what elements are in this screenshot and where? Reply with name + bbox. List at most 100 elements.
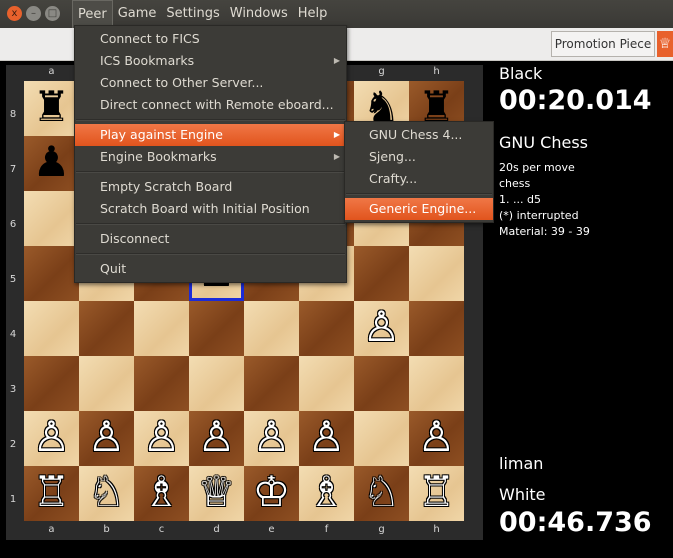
menu-item-sjeng[interactable]: Sjeng... (345, 146, 493, 168)
square-d2[interactable]: ♙ (189, 411, 244, 466)
chess-piece[interactable]: ♙ (79, 411, 134, 466)
menu-windows[interactable]: Windows (225, 0, 293, 28)
square-h5[interactable] (409, 246, 464, 301)
chess-piece[interactable]: ♙ (134, 411, 189, 466)
square-e2[interactable]: ♙ (244, 411, 299, 466)
square-a7[interactable]: ♟ (24, 136, 79, 191)
menu-item-label: Play against Engine (100, 127, 223, 142)
menu-item-label: Empty Scratch Board (100, 179, 233, 194)
info-panel: Black 00:20.014 GNU Chess 20s per move c… (490, 61, 673, 558)
menu-item-label: ICS Bookmarks (100, 53, 195, 68)
promotion-piece-label[interactable]: Promotion Piece (551, 31, 655, 57)
menu-separator (76, 223, 345, 225)
square-a4[interactable] (24, 301, 79, 356)
chess-piece[interactable]: ♜ (24, 81, 79, 136)
menu-item-engine-bookmarks[interactable]: Engine Bookmarks ▶ (75, 146, 346, 168)
square-h3[interactable] (409, 356, 464, 411)
square-a8[interactable]: ♜ (24, 81, 79, 136)
menu-item-connect-other-server[interactable]: Connect to Other Server... (75, 72, 346, 94)
menu-separator (76, 171, 345, 173)
menu-separator (76, 119, 345, 121)
menu-item-quit[interactable]: Quit (75, 258, 346, 280)
chess-piece[interactable]: ♟ (24, 136, 79, 191)
menu-item-empty-scratch-board[interactable]: Empty Scratch Board (75, 176, 346, 198)
square-b2[interactable]: ♙ (79, 411, 134, 466)
menu-item-label: Connect to FICS (100, 31, 200, 46)
square-d1[interactable]: ♕ (189, 466, 244, 521)
menu-item-label: Generic Engine... (369, 201, 477, 216)
white-player-name: liman (499, 454, 544, 473)
chess-piece[interactable]: ♙ (409, 411, 464, 466)
chess-piece[interactable]: ♘ (79, 466, 134, 521)
square-f2[interactable]: ♙ (299, 411, 354, 466)
square-c4[interactable] (134, 301, 189, 356)
file-label: f (324, 524, 329, 535)
chess-piece[interactable]: ♗ (134, 466, 189, 521)
white-clock: 00:46.736 (499, 507, 652, 538)
rank-label: 1 (9, 494, 17, 505)
square-e1[interactable]: ♔ (244, 466, 299, 521)
file-label: a (48, 66, 55, 77)
square-g4[interactable]: ♙ (354, 301, 409, 356)
submenu-arrow-icon: ▶ (333, 152, 340, 161)
minimize-window-button[interactable]: – (26, 6, 41, 21)
square-g3[interactable] (354, 356, 409, 411)
square-b4[interactable] (79, 301, 134, 356)
square-c1[interactable]: ♗ (134, 466, 189, 521)
menu-peer[interactable]: Peer (72, 0, 113, 28)
menu-game[interactable]: Game (113, 0, 162, 28)
menu-help[interactable]: Help (293, 0, 333, 28)
chess-piece[interactable]: ♙ (354, 301, 409, 356)
chess-piece[interactable]: ♙ (189, 411, 244, 466)
square-d4[interactable] (189, 301, 244, 356)
menu-item-scratch-board-initial[interactable]: Scratch Board with Initial Position (75, 198, 346, 220)
menu-item-label: GNU Chess 4... (369, 127, 463, 142)
menu-item-crafty[interactable]: Crafty... (345, 168, 493, 190)
square-c2[interactable]: ♙ (134, 411, 189, 466)
chess-piece[interactable]: ♙ (24, 411, 79, 466)
square-e3[interactable] (244, 356, 299, 411)
menu-item-generic-engine[interactable]: Generic Engine... (345, 198, 493, 220)
menu-item-connect-fics[interactable]: Connect to FICS (75, 28, 346, 50)
chess-piece[interactable]: ♙ (244, 411, 299, 466)
square-a6[interactable] (24, 191, 79, 246)
menu-item-direct-connect-eboard[interactable]: Direct connect with Remote eboard... (75, 94, 346, 116)
chess-piece[interactable]: ♖ (24, 466, 79, 521)
menu-item-gnu-chess[interactable]: GNU Chess 4... (345, 124, 493, 146)
menu-item-ics-bookmarks[interactable]: ICS Bookmarks ▶ (75, 50, 346, 72)
square-a1[interactable]: ♖ (24, 466, 79, 521)
menu-item-label: Engine Bookmarks (100, 149, 217, 164)
rank-label: 2 (9, 439, 17, 450)
square-c3[interactable] (134, 356, 189, 411)
chess-piece[interactable]: ♗ (299, 466, 354, 521)
square-f4[interactable] (299, 301, 354, 356)
square-h4[interactable] (409, 301, 464, 356)
square-e4[interactable] (244, 301, 299, 356)
square-a3[interactable] (24, 356, 79, 411)
square-f3[interactable] (299, 356, 354, 411)
chess-piece[interactable]: ♘ (354, 466, 409, 521)
promotion-queen-icon[interactable]: ♕ (657, 31, 673, 57)
square-h2[interactable]: ♙ (409, 411, 464, 466)
chess-piece[interactable]: ♙ (299, 411, 354, 466)
square-a5[interactable] (24, 246, 79, 301)
chess-piece[interactable]: ♔ (244, 466, 299, 521)
file-label: g (378, 66, 385, 77)
square-a2[interactable]: ♙ (24, 411, 79, 466)
square-g1[interactable]: ♘ (354, 466, 409, 521)
info-last-move: 1. ... d5 (499, 193, 541, 206)
square-h1[interactable]: ♖ (409, 466, 464, 521)
square-g2[interactable] (354, 411, 409, 466)
square-b3[interactable] (79, 356, 134, 411)
menu-item-disconnect[interactable]: Disconnect (75, 228, 346, 250)
menu-item-play-against-engine[interactable]: Play against Engine ▶ (75, 124, 346, 146)
chess-piece[interactable]: ♕ (189, 466, 244, 521)
square-f1[interactable]: ♗ (299, 466, 354, 521)
close-window-button[interactable]: x (7, 6, 22, 21)
square-b1[interactable]: ♘ (79, 466, 134, 521)
square-g5[interactable] (354, 246, 409, 301)
chess-piece[interactable]: ♖ (409, 466, 464, 521)
square-d3[interactable] (189, 356, 244, 411)
maximize-window-button[interactable]: □ (45, 6, 60, 21)
menu-settings[interactable]: Settings (161, 0, 224, 28)
